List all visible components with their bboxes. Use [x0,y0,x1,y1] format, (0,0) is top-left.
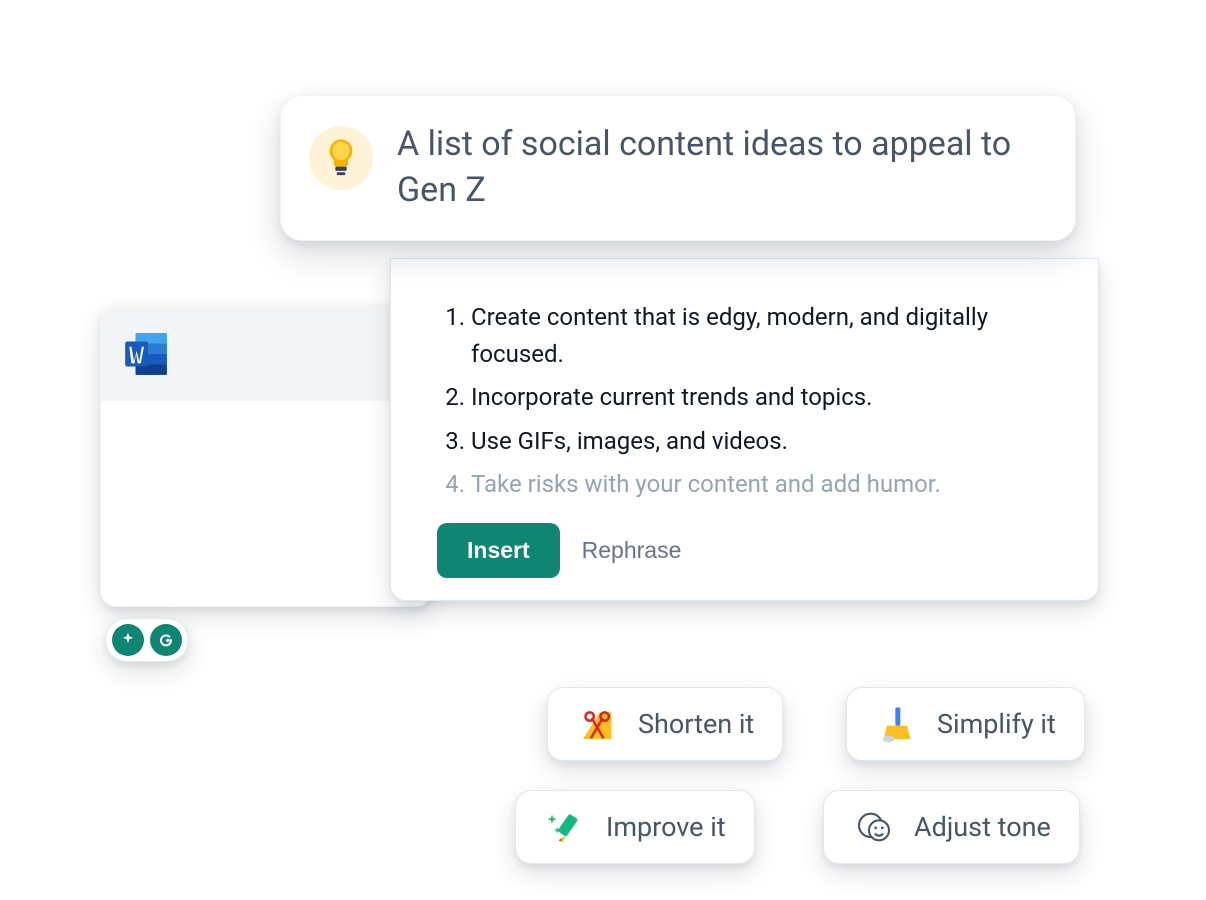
results-card: Create content that is edgy, modern, and… [390,258,1099,601]
grammarly-pill[interactable] [105,618,189,662]
chip-label: Shorten it [638,708,754,740]
result-item: Create content that is edgy, modern, and… [471,299,1072,373]
scissors-icon [576,702,620,746]
broom-icon [875,702,919,746]
grammarly-g-icon [150,624,182,656]
canvas: A list of social content ideas to appeal… [0,0,1206,900]
chip-improve[interactable]: Improve it [515,790,755,864]
rephrase-button[interactable]: Rephrase [576,523,688,578]
chip-simplify[interactable]: Simplify it [846,687,1085,761]
result-actions: Insert Rephrase [437,523,1072,578]
insert-button[interactable]: Insert [437,523,560,578]
result-item: Take risks with your content and add hum… [471,466,1072,503]
sparkle-icon [112,624,144,656]
prompt-text: A list of social content ideas to appeal… [397,122,1039,214]
chip-shorten[interactable]: Shorten it [547,687,783,761]
result-item: Use GIFs, images, and videos. [471,423,1072,460]
word-app-icon [121,329,171,379]
results-list: Create content that is edgy, modern, and… [437,299,1072,503]
sparkle-pencil-icon [544,805,588,849]
chip-label: Simplify it [937,708,1056,740]
smiley-icon [852,805,896,849]
chip-label: Improve it [606,811,726,843]
chip-adjust[interactable]: Adjust tone [823,790,1080,864]
lightbulb-icon [309,126,373,190]
word-titlebar [101,306,431,401]
word-app-window [100,305,432,607]
prompt-card[interactable]: A list of social content ideas to appeal… [280,95,1076,241]
chip-label: Adjust tone [914,811,1051,843]
result-item: Incorporate current trends and topics. [471,379,1072,416]
